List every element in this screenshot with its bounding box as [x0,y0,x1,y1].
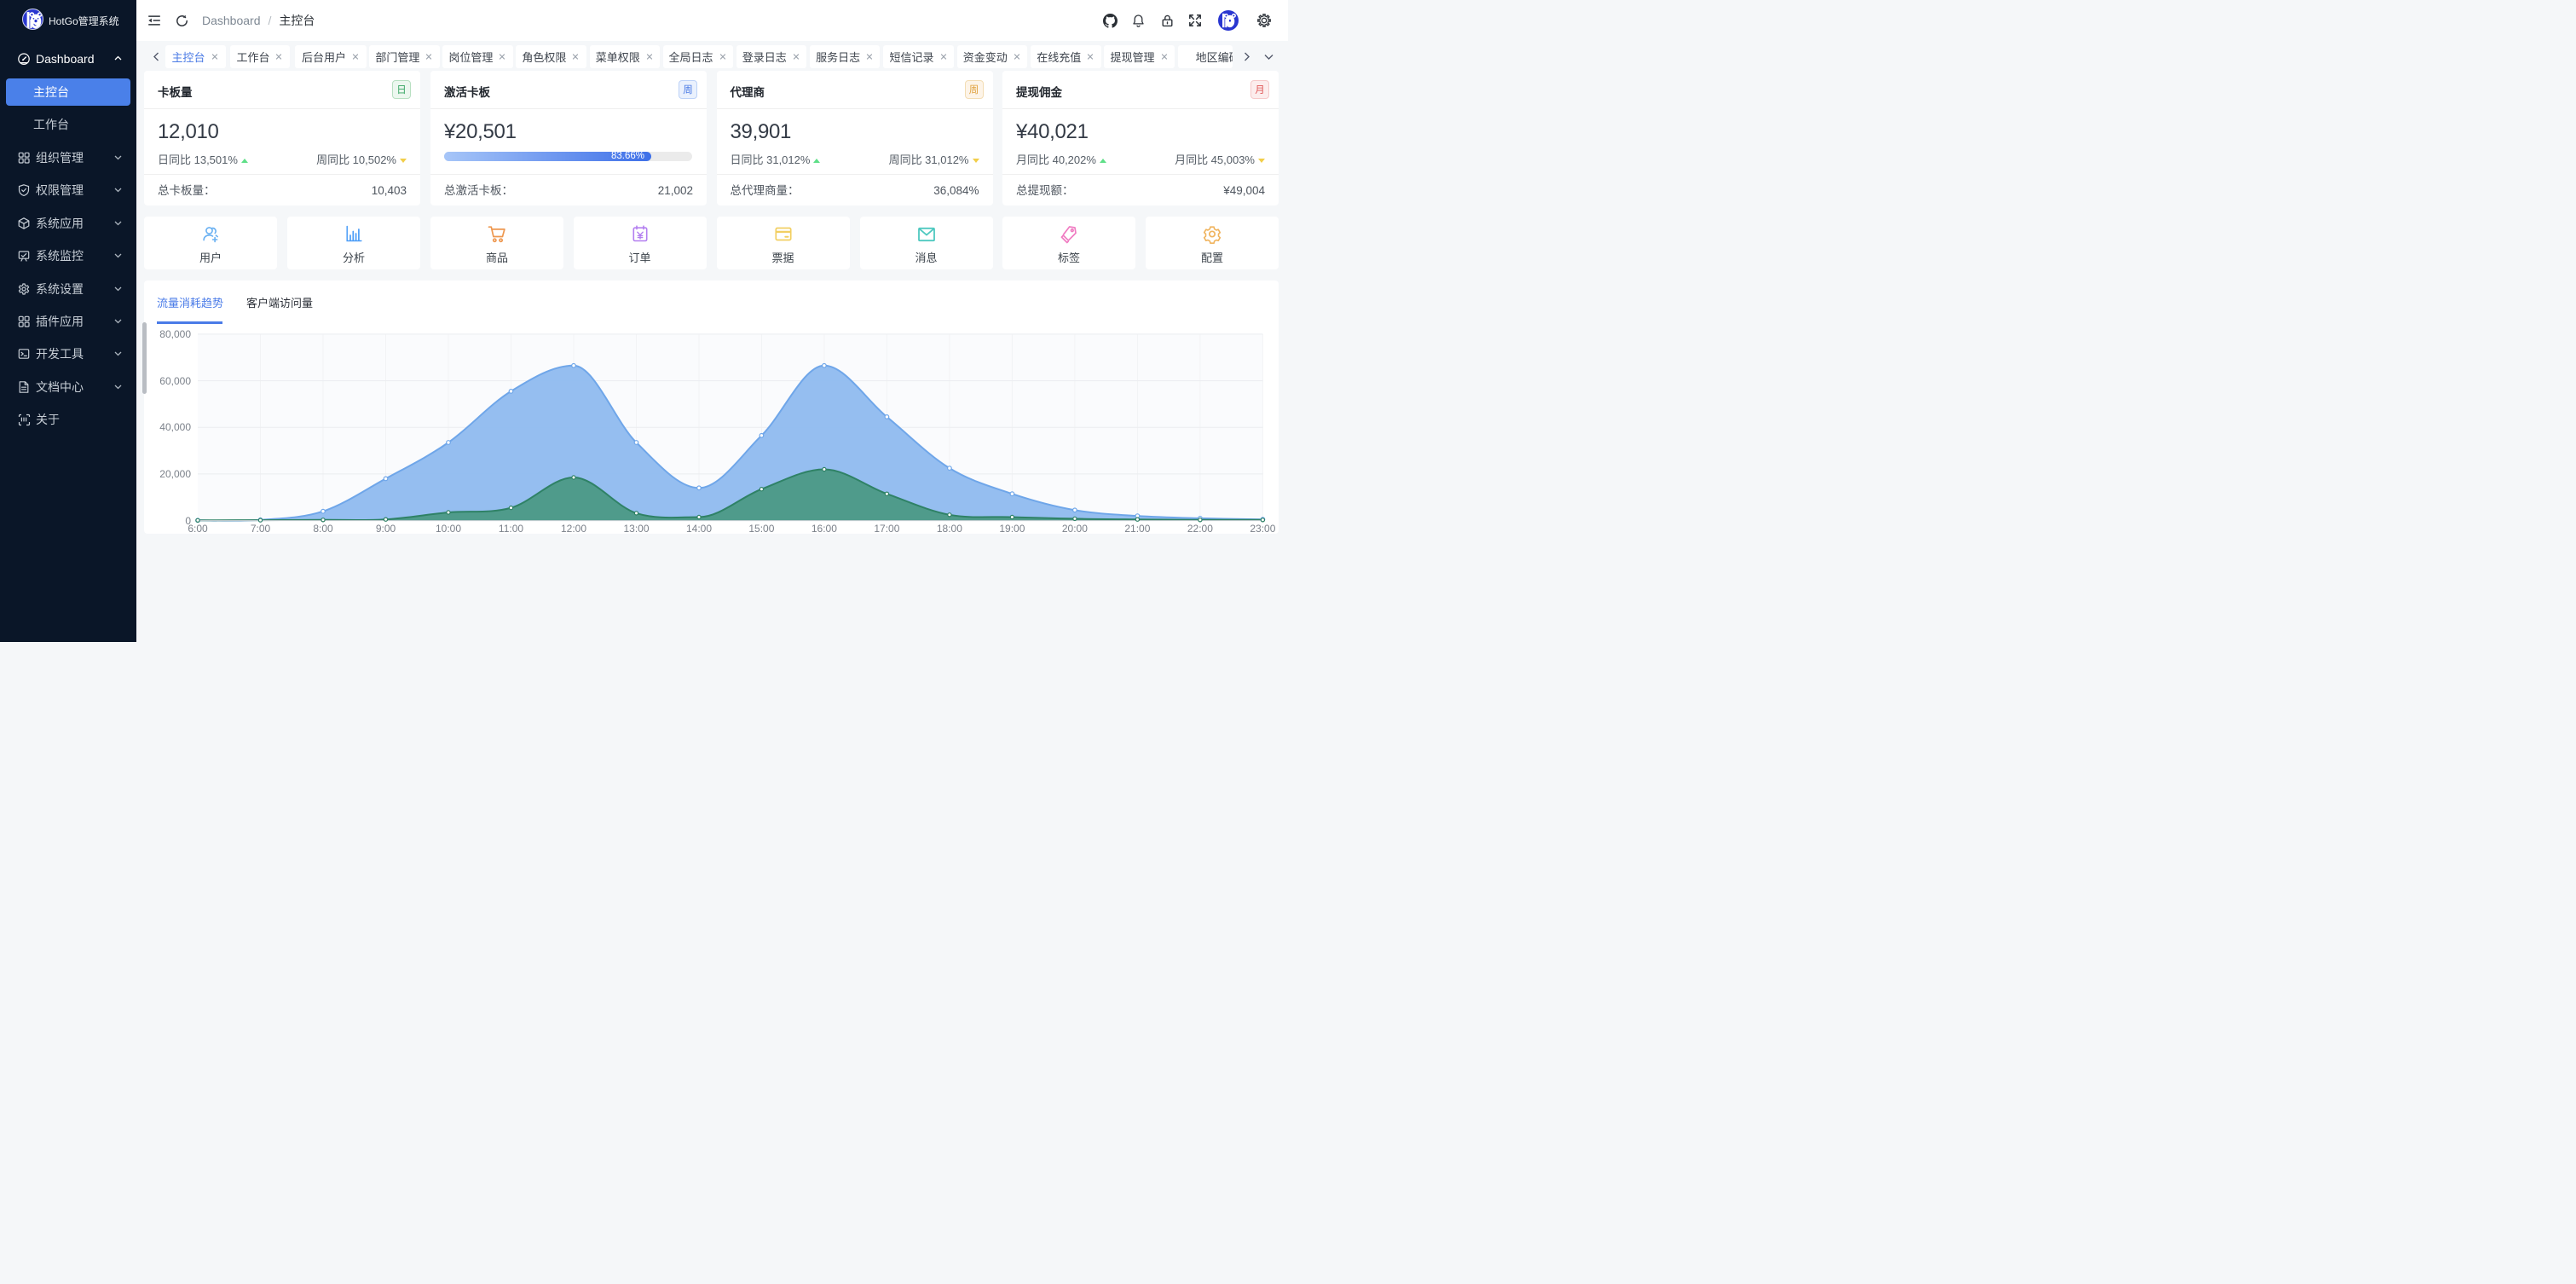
svg-text:11:00: 11:00 [499,523,523,534]
svg-text:15:00: 15:00 [748,523,774,534]
svg-text:80,000: 80,000 [159,328,191,340]
svg-text:18:00: 18:00 [937,523,962,534]
svg-text:19:00: 19:00 [999,523,1025,534]
svg-text:16:00: 16:00 [811,523,837,534]
svg-text:13:00: 13:00 [623,523,649,534]
svg-text:12:00: 12:00 [561,523,586,534]
svg-text:8:00: 8:00 [313,523,333,534]
svg-text:17:00: 17:00 [874,523,899,534]
svg-text:22:00: 22:00 [1187,523,1213,534]
svg-text:9:00: 9:00 [376,523,396,534]
svg-text:60,000: 60,000 [159,375,191,387]
svg-text:23:00: 23:00 [1250,523,1275,534]
svg-text:21:00: 21:00 [1124,523,1150,534]
svg-text:20,000: 20,000 [159,468,191,480]
svg-text:10:00: 10:00 [436,523,461,534]
svg-text:7:00: 7:00 [251,523,271,534]
svg-text:0: 0 [185,515,191,527]
svg-text:40,000: 40,000 [159,421,191,433]
svg-text:14:00: 14:00 [686,523,712,534]
svg-text:20:00: 20:00 [1062,523,1088,534]
